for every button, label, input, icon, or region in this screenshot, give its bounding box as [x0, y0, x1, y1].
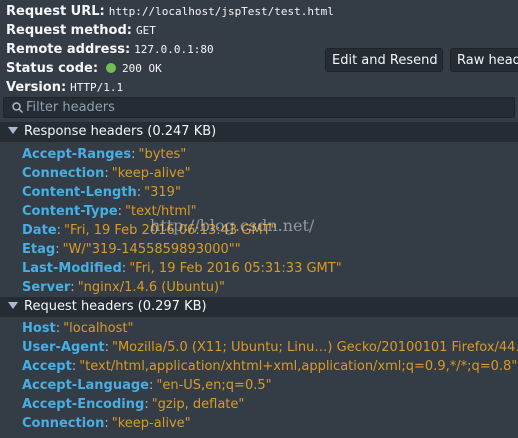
- request-method-value: GET: [135, 24, 156, 37]
- status-code-value: 200 OK: [122, 62, 162, 75]
- header-value: "bytes": [138, 147, 187, 162]
- header-name: Accept: [22, 359, 72, 374]
- response-header-row: Etag: "W/"319-1455859893000"": [22, 242, 241, 257]
- header-name: Host: [22, 321, 56, 336]
- raw-headers-button[interactable]: Raw headers: [450, 48, 518, 72]
- header-value: "text/html,application/xhtml+xml,applica…: [79, 359, 518, 374]
- header-name: Accept-Encoding: [22, 397, 145, 412]
- status-code-row: Status code: 200 OK: [6, 57, 162, 76]
- header-value: "keep-alive": [111, 416, 191, 431]
- response-headers-title: Response headers (0.247 KB): [24, 124, 217, 139]
- response-headers-section-toggle[interactable]: Response headers (0.247 KB): [0, 122, 518, 142]
- header-value: "text/html": [125, 204, 197, 219]
- chevron-down-icon: [8, 302, 18, 309]
- header-value: "319": [144, 185, 181, 200]
- remote-address-label: Remote address:: [6, 42, 131, 57]
- version-label: Version:: [6, 80, 67, 95]
- header-value: "Mozilla/5.0 (X11; Ubuntu; Linu…) Gecko/…: [111, 340, 518, 355]
- request-header-row: User-Agent: "Mozilla/5.0 (X11; Ubuntu; Li…: [22, 338, 518, 357]
- response-header-row: Accept-Ranges: "bytes": [22, 147, 187, 162]
- filter-headers-input[interactable]: [26, 99, 496, 116]
- search-icon: [12, 102, 23, 113]
- request-header-row: Host: "localhost": [22, 321, 134, 336]
- header-value: "W/"319-1455859893000"": [62, 242, 241, 257]
- response-header-row: Content-Length: "319": [22, 185, 181, 200]
- remote-address-value: 127.0.0.1:80: [134, 43, 214, 56]
- response-header-row: Date: "Fri, 19 Feb 2016 06:13:43 GMT": [22, 223, 277, 238]
- request-header-row: Accept-Encoding: "gzip, deflate": [22, 397, 245, 412]
- response-header-row: Server: "nginx/1.4.6 (Ubuntu)": [22, 280, 225, 295]
- request-method-row: Request method: GET: [6, 19, 156, 38]
- request-url-row: Request URL: http://localhost/jspTest/tes…: [6, 0, 334, 19]
- remote-address-row: Remote address: 127.0.0.1:80: [6, 38, 214, 57]
- response-header-row: Last-Modified: "Fri, 19 Feb 2016 05:31:33…: [22, 261, 342, 276]
- request-method-label: Request method:: [6, 23, 132, 38]
- status-code-label: Status code:: [6, 61, 99, 76]
- header-name: Last-Modified: [22, 261, 122, 276]
- status-success-icon: [106, 63, 117, 73]
- header-name: Etag: [22, 242, 56, 257]
- response-header-row: Connection: "keep-alive": [22, 166, 191, 181]
- version-value: HTTP/1.1: [70, 81, 124, 94]
- filter-headers-box[interactable]: [3, 97, 515, 118]
- header-name: Content-Length: [22, 185, 137, 200]
- request-header-row: Connection: "keep-alive": [22, 416, 191, 431]
- header-name: Connection: [22, 166, 105, 181]
- header-value: "Fri, 19 Feb 2016 05:31:33 GMT": [129, 261, 342, 276]
- header-value: "keep-alive": [111, 166, 191, 181]
- edit-and-resend-button[interactable]: Edit and Resend: [325, 48, 443, 72]
- header-name: Server: [22, 280, 71, 295]
- request-summary: Request URL: http://localhost/jspTest/tes…: [0, 0, 518, 96]
- header-name: Content-Type: [22, 204, 118, 219]
- header-value: "Fri, 19 Feb 2016 06:13:43 GMT": [64, 223, 277, 238]
- header-name: Accept-Ranges: [22, 147, 132, 162]
- header-name: User-Agent: [22, 340, 105, 355]
- request-url-label: Request URL:: [6, 4, 105, 19]
- request-headers-section-toggle[interactable]: Request headers (0.297 KB): [0, 297, 518, 317]
- response-header-row: Content-Type: "text/html": [22, 204, 197, 219]
- request-header-row: Accept-Language: "en-US,en;q=0.5": [22, 378, 272, 393]
- request-url-value: http://localhost/jspTest/test.html: [108, 5, 334, 18]
- request-headers-title: Request headers (0.297 KB): [24, 299, 207, 314]
- chevron-down-icon: [8, 127, 18, 134]
- header-value: "en-US,en;q=0.5": [156, 378, 272, 393]
- header-name: Accept-Language: [22, 378, 149, 393]
- request-header-row: Accept: "text/html,application/xhtml+xml,…: [22, 359, 518, 374]
- header-value: "localhost": [63, 321, 134, 336]
- header-name: Connection: [22, 416, 105, 431]
- header-value: "gzip, deflate": [151, 397, 245, 412]
- header-name: Date: [22, 223, 57, 238]
- header-value: "nginx/1.4.6 (Ubuntu)": [77, 280, 225, 295]
- version-row: Version: HTTP/1.1: [6, 76, 123, 95]
